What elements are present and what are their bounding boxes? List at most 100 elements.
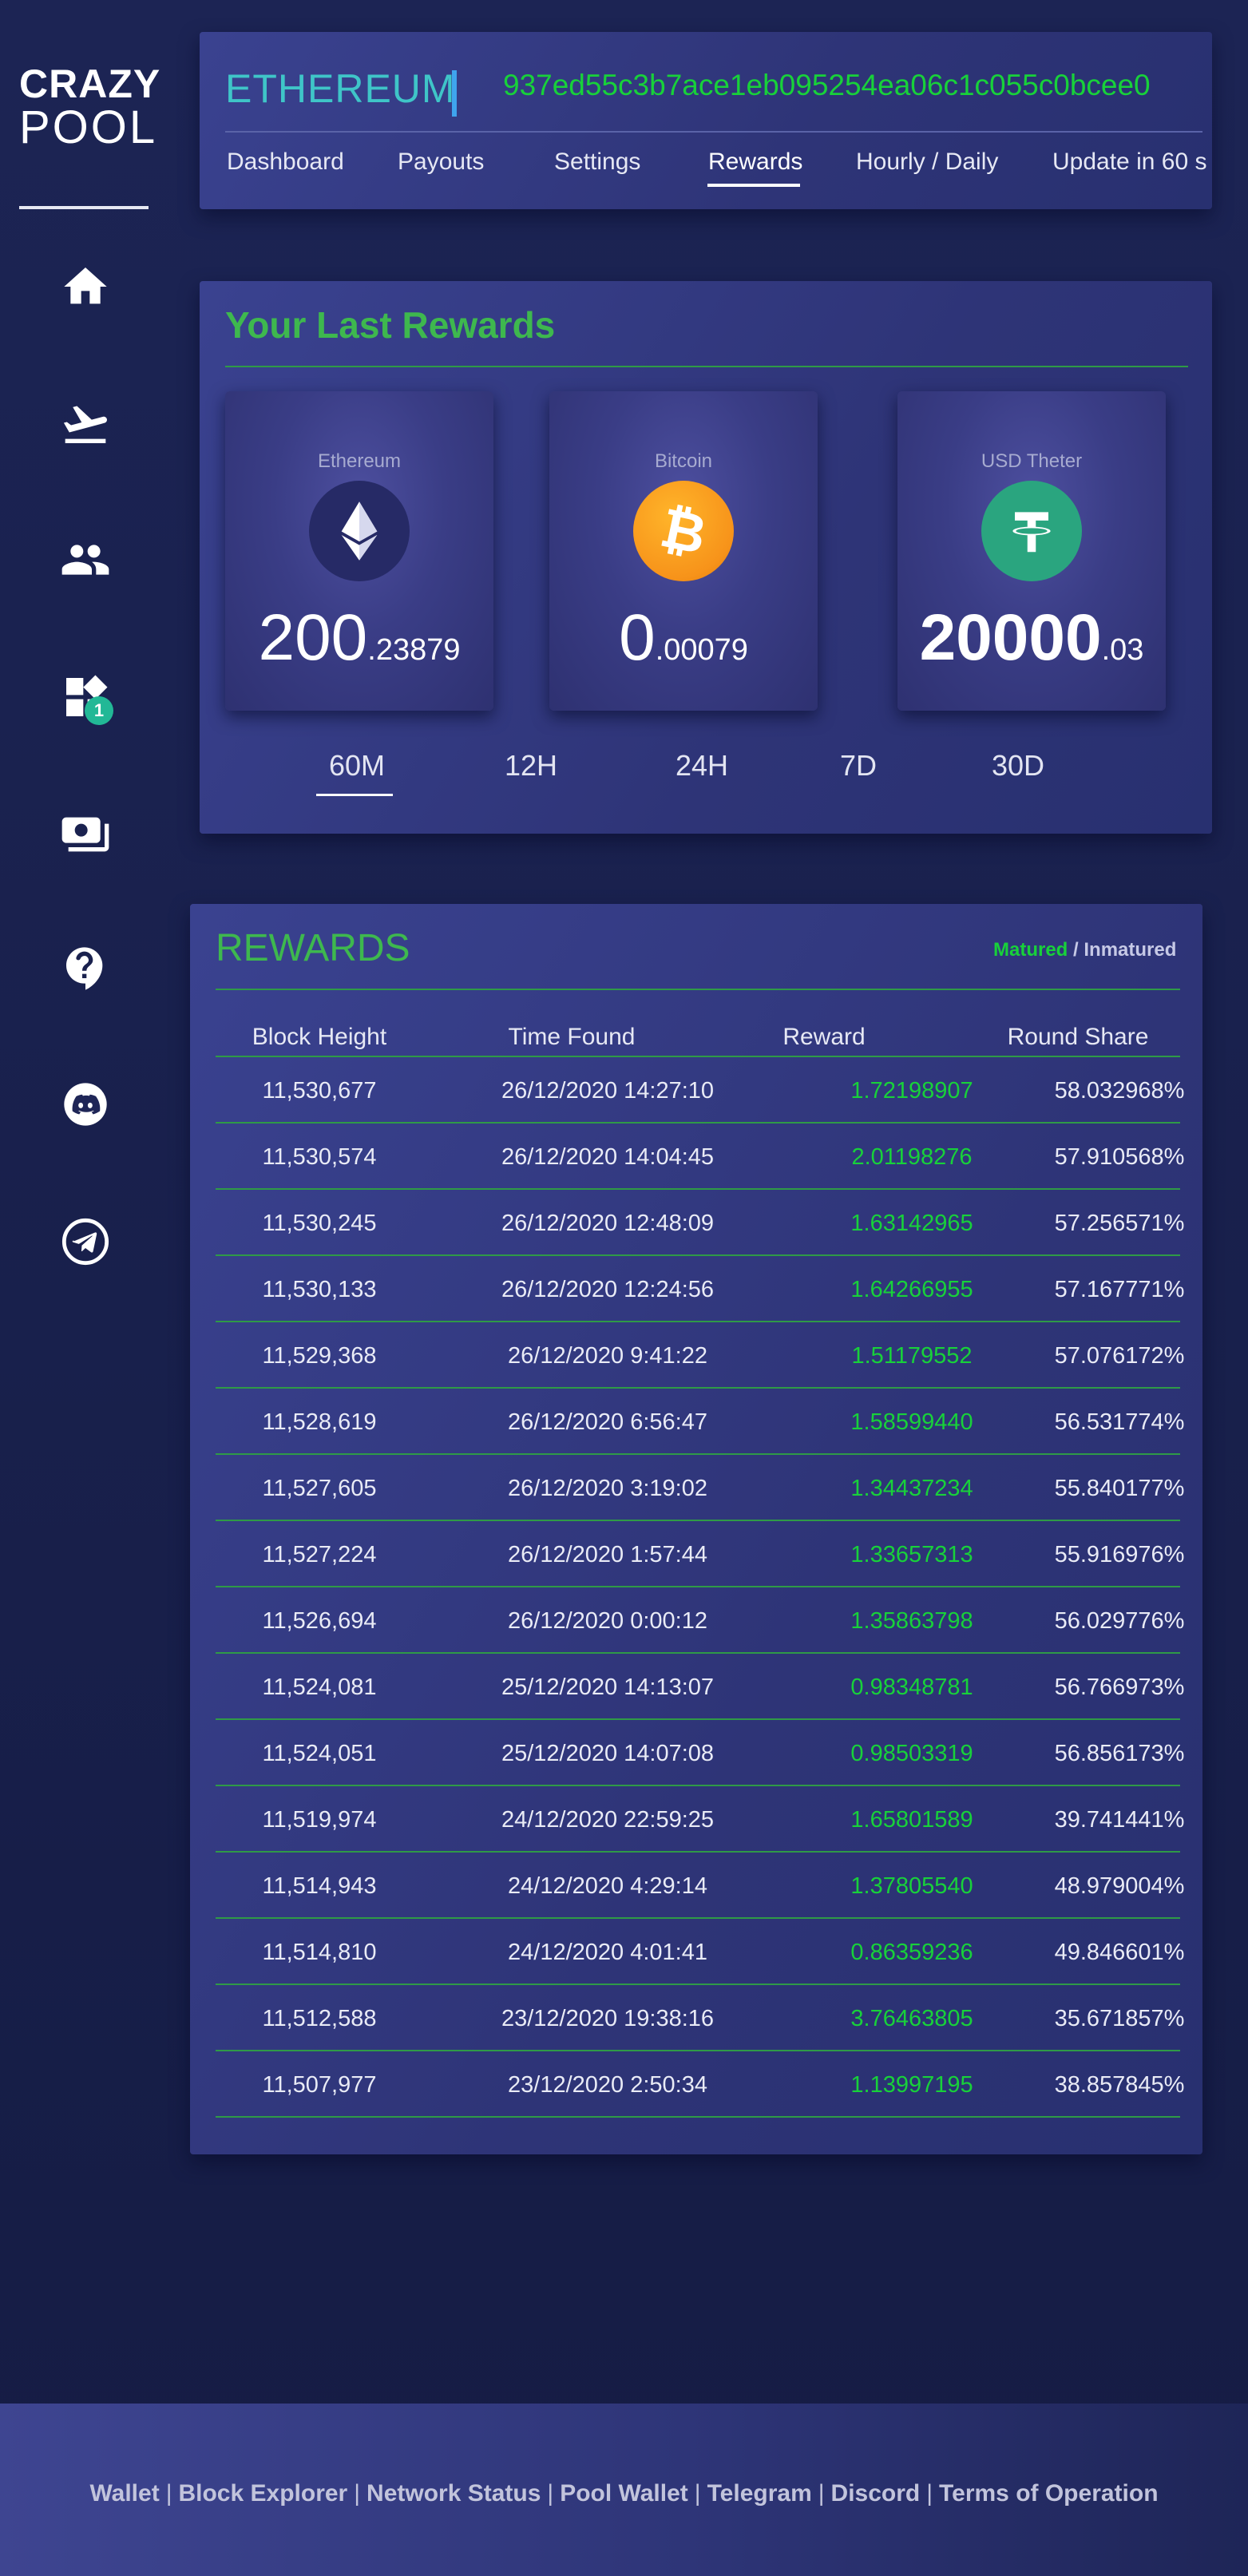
cell-block-height[interactable]: 11,514,943 bbox=[216, 1873, 423, 1900]
tab-dashboard[interactable]: Dashboard bbox=[227, 149, 344, 176]
period-12h[interactable]: 12H bbox=[505, 749, 557, 783]
cell-block-height[interactable]: 11,529,368 bbox=[216, 1343, 423, 1369]
cell-time-found: 26/12/2020 12:48:09 bbox=[501, 1211, 715, 1236]
cell-reward: 1.63142965 bbox=[850, 1211, 973, 1236]
cell-round-share: 38.857845% bbox=[1054, 2072, 1185, 2098]
sidebar-item-telegram[interactable] bbox=[57, 1214, 113, 1270]
period-24h[interactable]: 24H bbox=[676, 749, 728, 783]
cell-time-found: 26/12/2020 3:19:02 bbox=[508, 1476, 707, 1501]
cell-time-found: 24/12/2020 4:29:14 bbox=[508, 1873, 707, 1899]
coin-title-divider bbox=[452, 70, 457, 117]
table-row: 11,524,051 25/12/2020 14:07:08 0.98503319 5… bbox=[216, 1720, 1185, 1786]
row-divider bbox=[216, 2116, 1180, 2118]
table-row: 11,527,224 26/12/2020 1:57:44 1.33657313 55… bbox=[216, 1521, 1185, 1587]
sidebar-item-home[interactable] bbox=[57, 259, 113, 315]
table-row: 11,529,368 26/12/2020 9:41:22 1.51179552 57… bbox=[216, 1322, 1185, 1389]
sidebar-item-help[interactable] bbox=[57, 941, 113, 997]
table-row: 11,514,943 24/12/2020 4:29:14 1.37805540 48… bbox=[216, 1853, 1185, 1919]
cell-reward: 0.86359236 bbox=[850, 1940, 973, 1965]
footer-link-discord[interactable]: Discord bbox=[831, 2480, 921, 2507]
cell-block-height[interactable]: 11,524,081 bbox=[216, 1674, 423, 1701]
footer-link-telegram[interactable]: Telegram bbox=[707, 2480, 812, 2507]
amount-integer: 20000 bbox=[919, 601, 1102, 674]
table-row: 11,519,974 24/12/2020 22:59:25 1.65801589 3… bbox=[216, 1786, 1185, 1853]
legend-matured[interactable]: Matured bbox=[993, 939, 1068, 961]
cell-round-share: 55.840177% bbox=[1054, 1476, 1185, 1501]
cell-time-found: 23/12/2020 19:38:16 bbox=[501, 2006, 715, 2031]
logo-divider bbox=[19, 206, 149, 209]
footer-link-network-status[interactable]: Network Status bbox=[366, 2480, 541, 2507]
table-row: 11,524,081 25/12/2020 14:13:07 0.98348781 5… bbox=[216, 1654, 1185, 1720]
cell-reward: 0.98503319 bbox=[850, 1741, 973, 1766]
maturity-legend: Matured / Inmatured bbox=[993, 939, 1176, 961]
cell-block-height[interactable]: 11,526,694 bbox=[216, 1608, 423, 1635]
update-countdown: Update in 60 s bbox=[1052, 149, 1207, 175]
tab-settings[interactable]: Settings bbox=[554, 149, 640, 176]
users-icon bbox=[61, 545, 109, 575]
logo-line1: CRAZY bbox=[19, 61, 161, 106]
cell-round-share: 56.766973% bbox=[1054, 1674, 1185, 1700]
legend-immatured[interactable]: Inmatured bbox=[1084, 939, 1176, 961]
sidebar-item-discord[interactable] bbox=[57, 1076, 113, 1132]
tab-rewards[interactable]: Rewards bbox=[708, 149, 802, 176]
col-header-reward[interactable]: Reward bbox=[728, 1024, 920, 1051]
period-7d[interactable]: 7D bbox=[840, 749, 877, 783]
cell-block-height[interactable]: 11,507,977 bbox=[216, 2072, 423, 2098]
plane-icon bbox=[63, 406, 107, 443]
cell-round-share: 58.032968% bbox=[1054, 1078, 1185, 1104]
cell-block-height[interactable]: 11,530,677 bbox=[216, 1078, 423, 1104]
sidebar-item-wallet[interactable] bbox=[57, 806, 113, 862]
cell-block-height[interactable]: 11,530,245 bbox=[216, 1211, 423, 1237]
cell-reward: 1.13997195 bbox=[850, 2072, 973, 2098]
sidebar-item-workers[interactable] bbox=[57, 532, 113, 588]
footer-link-terms[interactable]: Terms of Operation bbox=[939, 2480, 1158, 2507]
col-header-round-share[interactable]: Round Share bbox=[984, 1024, 1172, 1051]
home-icon bbox=[64, 268, 107, 304]
coin-amount: 200.23879 bbox=[225, 600, 493, 676]
cell-round-share: 56.531774% bbox=[1054, 1409, 1185, 1435]
cell-reward: 1.72198907 bbox=[850, 1078, 973, 1104]
cell-block-height[interactable]: 11,519,974 bbox=[216, 1807, 423, 1833]
wallet-address[interactable]: 937ed55c3b7ace1eb095254ea06c1c055c0bcee0 bbox=[503, 69, 1151, 102]
coin-title: ETHEREUM bbox=[225, 66, 456, 111]
period-30d[interactable]: 30D bbox=[992, 749, 1044, 783]
cell-block-height[interactable]: 11,530,133 bbox=[216, 1277, 423, 1303]
cell-time-found: 26/12/2020 6:56:47 bbox=[508, 1409, 707, 1435]
coin-amount: 0.00079 bbox=[549, 600, 818, 676]
tab-hourly-daily[interactable]: Hourly / Daily bbox=[856, 149, 998, 176]
sidebar-item-apps[interactable]: 1 bbox=[57, 669, 113, 725]
cell-reward: 2.01198276 bbox=[851, 1144, 973, 1170]
tether-icon bbox=[981, 481, 1082, 581]
cell-time-found: 26/12/2020 14:04:45 bbox=[501, 1144, 715, 1170]
sidebar-item-payouts[interactable] bbox=[57, 396, 113, 452]
cell-time-found: 24/12/2020 4:01:41 bbox=[508, 1940, 707, 1965]
cell-reward: 1.37805540 bbox=[850, 1873, 973, 1899]
cell-round-share: 55.916976% bbox=[1054, 1542, 1185, 1567]
cell-block-height[interactable]: 11,514,810 bbox=[216, 1940, 423, 1966]
cell-time-found: 26/12/2020 9:41:22 bbox=[508, 1343, 707, 1369]
cell-block-height[interactable]: 11,524,051 bbox=[216, 1741, 423, 1767]
cell-block-height[interactable]: 11,530,574 bbox=[216, 1144, 423, 1171]
discord-icon bbox=[64, 1083, 107, 1126]
last-rewards-title: Your Last Rewards bbox=[225, 304, 556, 346]
tab-payouts[interactable]: Payouts bbox=[398, 149, 484, 176]
footer-link-block-explorer[interactable]: Block Explorer bbox=[178, 2480, 347, 2507]
coin-amount: 20000.03 bbox=[897, 600, 1166, 676]
footer-link-wallet[interactable]: Wallet bbox=[89, 2480, 159, 2507]
period-60m[interactable]: 60M bbox=[329, 749, 385, 783]
cell-block-height[interactable]: 11,527,224 bbox=[216, 1542, 423, 1568]
cell-time-found: 23/12/2020 2:50:34 bbox=[508, 2072, 707, 2098]
col-header-block-height[interactable]: Block Height bbox=[216, 1024, 423, 1051]
col-header-time-found[interactable]: Time Found bbox=[423, 1024, 720, 1051]
footer-link-pool-wallet[interactable]: Pool Wallet bbox=[560, 2480, 688, 2507]
table-row: 11,527,605 26/12/2020 3:19:02 1.34437234 55… bbox=[216, 1455, 1185, 1521]
cell-round-share: 57.167771% bbox=[1054, 1277, 1185, 1302]
logo[interactable]: CRAZY POOL bbox=[19, 61, 161, 151]
help-icon bbox=[66, 947, 103, 990]
cell-block-height[interactable]: 11,528,619 bbox=[216, 1409, 423, 1436]
rewards-title: REWARDS bbox=[216, 927, 410, 969]
footer-separator: | bbox=[926, 2480, 933, 2507]
cell-block-height[interactable]: 11,512,588 bbox=[216, 2006, 423, 2032]
cell-block-height[interactable]: 11,527,605 bbox=[216, 1476, 423, 1502]
cell-time-found: 26/12/2020 0:00:12 bbox=[508, 1608, 707, 1634]
